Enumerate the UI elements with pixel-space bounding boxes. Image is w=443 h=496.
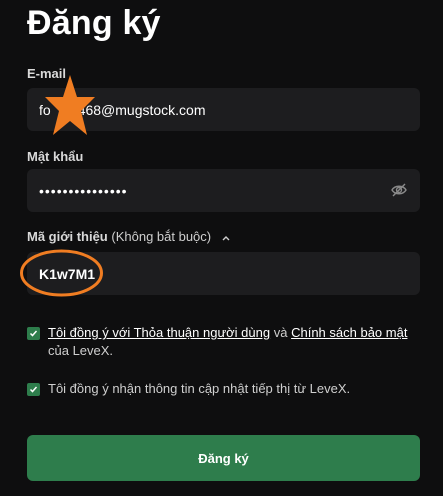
- email-value-end: 468@mugstock.com: [77, 101, 206, 118]
- referral-optional-text: (Không bắt buộc): [111, 229, 212, 244]
- register-button[interactable]: Đăng ký: [27, 435, 420, 481]
- referral-label[interactable]: Mã giới thiệu (Không bắt buộc): [27, 229, 231, 244]
- star-annotation-icon: [45, 75, 95, 135]
- user-agreement-link[interactable]: Tôi đồng ý với Thỏa thuận người dùng: [48, 325, 270, 340]
- privacy-policy-link[interactable]: Chính sách bảo mật: [291, 325, 407, 340]
- password-field[interactable]: •••••••••••••••: [27, 169, 420, 212]
- page-title: Đăng ký: [27, 4, 161, 42]
- circle-annotation-icon: [20, 249, 103, 297]
- terms-consent-text: Tôi đồng ý với Thỏa thuận người dùng và …: [48, 324, 420, 360]
- terms-and-text: và: [273, 325, 288, 340]
- checkmark-icon: [29, 330, 38, 337]
- terms-checkbox[interactable]: [27, 327, 40, 340]
- eye-slash-icon[interactable]: [390, 181, 408, 199]
- referral-label-text: Mã giới thiệu: [27, 229, 108, 244]
- checkmark-icon: [29, 386, 38, 393]
- password-label: Mật khẩu: [27, 149, 84, 164]
- password-value: •••••••••••••••: [39, 182, 128, 199]
- chevron-up-icon[interactable]: [221, 233, 231, 243]
- terms-tail-text: của LeveX.: [48, 343, 114, 358]
- terms-consent-row: Tôi đồng ý với Thỏa thuận người dùng và …: [27, 324, 420, 360]
- marketing-checkbox[interactable]: [27, 383, 40, 396]
- marketing-consent-row: Tôi đồng ý nhận thông tin cập nhật tiếp …: [27, 380, 420, 398]
- marketing-consent-text: Tôi đồng ý nhận thông tin cập nhật tiếp …: [48, 381, 351, 396]
